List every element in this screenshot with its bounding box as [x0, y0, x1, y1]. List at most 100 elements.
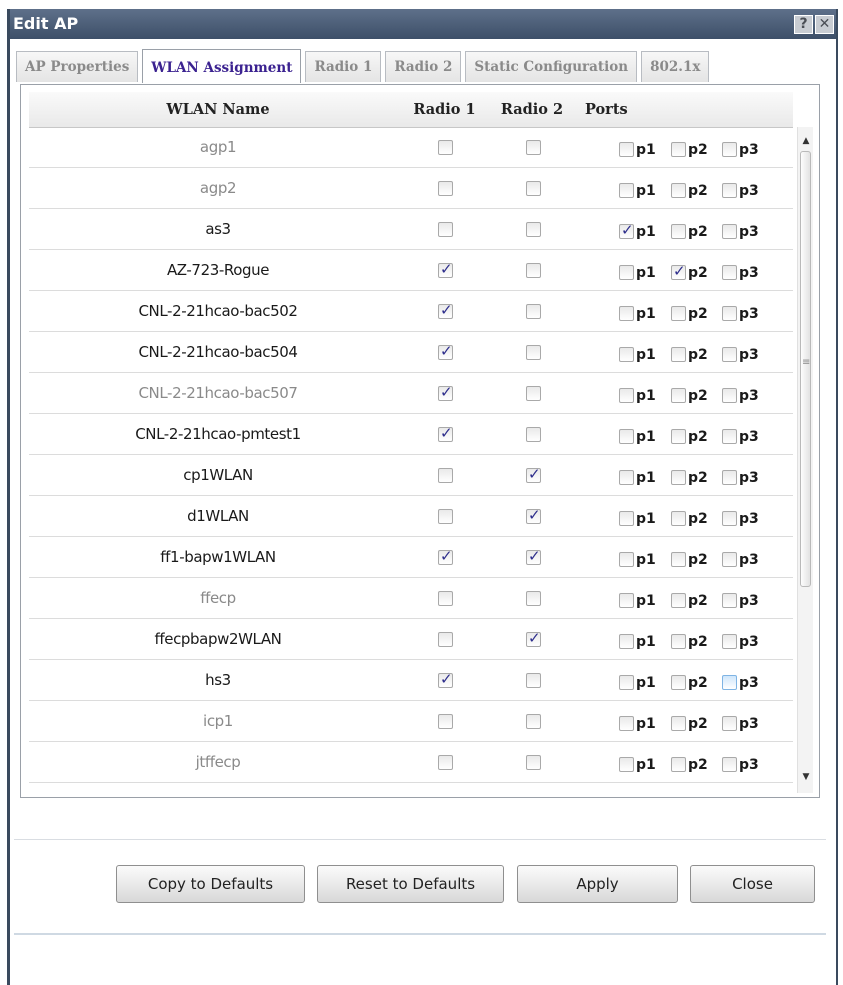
- port-3-checkbox[interactable]: [722, 142, 737, 157]
- port-3-checkbox[interactable]: [722, 429, 737, 444]
- port-2-checkbox[interactable]: [671, 470, 686, 485]
- radio-1-checkbox[interactable]: [438, 342, 453, 360]
- column-header-wlan-name[interactable]: WLAN Name: [29, 92, 407, 127]
- radio-2-checkbox[interactable]: [526, 427, 541, 442]
- radio-1-checkbox[interactable]: [438, 714, 453, 729]
- port-3-checkbox[interactable]: [722, 265, 737, 280]
- radio-1-checkbox[interactable]: [438, 383, 453, 401]
- scroll-up-arrow-icon[interactable]: ▲: [800, 133, 812, 149]
- column-header-radio-2[interactable]: Radio 2: [491, 92, 573, 127]
- radio-2-checkbox[interactable]: [526, 629, 541, 647]
- radio-1-checkbox[interactable]: [438, 140, 453, 155]
- port-2-checkbox[interactable]: [671, 262, 686, 280]
- radio-1-checkbox[interactable]: [438, 260, 453, 278]
- radio-1-checkbox[interactable]: [438, 632, 453, 647]
- radio-1-checkbox[interactable]: [438, 755, 453, 770]
- port-1-checkbox[interactable]: [619, 511, 634, 526]
- radio-2-checkbox[interactable]: [526, 673, 541, 688]
- port-2-checkbox[interactable]: [671, 142, 686, 157]
- port-1-checkbox[interactable]: [619, 347, 634, 362]
- port-1-checkbox[interactable]: [619, 593, 634, 608]
- radio-1-checkbox[interactable]: [438, 468, 453, 483]
- port-2-checkbox[interactable]: [671, 183, 686, 198]
- close-button[interactable]: Close: [690, 865, 815, 903]
- port-1-checkbox[interactable]: [619, 429, 634, 444]
- radio-2-checkbox[interactable]: [526, 263, 541, 278]
- port-3-checkbox[interactable]: [722, 634, 737, 649]
- radio-2-checkbox[interactable]: [526, 547, 541, 565]
- port-3-checkbox[interactable]: [722, 552, 737, 567]
- port-2-checkbox[interactable]: [671, 388, 686, 403]
- port-1-checkbox[interactable]: [619, 306, 634, 321]
- radio-1-checkbox[interactable]: [438, 301, 453, 319]
- port-2-checkbox[interactable]: [671, 593, 686, 608]
- port-3-checkbox[interactable]: [722, 224, 737, 239]
- port-1-checkbox[interactable]: [619, 142, 634, 157]
- radio-2-checkbox[interactable]: [526, 591, 541, 606]
- radio-1-checkbox[interactable]: [438, 424, 453, 442]
- port-3-checkbox[interactable]: [722, 306, 737, 321]
- radio-2-checkbox[interactable]: [526, 304, 541, 319]
- port-2-checkbox[interactable]: [671, 675, 686, 690]
- port-1-checkbox[interactable]: [619, 221, 634, 239]
- apply-button[interactable]: Apply: [517, 865, 678, 903]
- port-1-checkbox[interactable]: [619, 757, 634, 772]
- column-header-ports[interactable]: Ports: [585, 92, 665, 127]
- port-1-checkbox[interactable]: [619, 675, 634, 690]
- radio-2-checkbox[interactable]: [526, 386, 541, 401]
- radio-2-checkbox[interactable]: [526, 345, 541, 360]
- port-1-checkbox[interactable]: [619, 388, 634, 403]
- radio-2-checkbox[interactable]: [526, 714, 541, 729]
- radio-1-checkbox[interactable]: [438, 547, 453, 565]
- scrollbar-thumb[interactable]: ≡: [800, 151, 811, 587]
- port-3-checkbox[interactable]: [722, 593, 737, 608]
- radio-2-checkbox[interactable]: [526, 181, 541, 196]
- port-1-checkbox[interactable]: [619, 183, 634, 198]
- tab-radio-1[interactable]: Radio 1: [305, 51, 382, 82]
- port-2-checkbox[interactable]: [671, 757, 686, 772]
- port-3-checkbox[interactable]: [722, 716, 737, 731]
- port-1-checkbox[interactable]: [619, 470, 634, 485]
- radio-2-checkbox[interactable]: [526, 465, 541, 483]
- port-3-checkbox[interactable]: [722, 757, 737, 772]
- copy-to-defaults-button[interactable]: Copy to Defaults: [116, 865, 305, 903]
- radio-1-checkbox[interactable]: [438, 222, 453, 237]
- port-2-checkbox[interactable]: [671, 429, 686, 444]
- tab-ap-properties[interactable]: AP Properties: [16, 51, 139, 82]
- port-2-checkbox[interactable]: [671, 306, 686, 321]
- port-3-checkbox[interactable]: [722, 388, 737, 403]
- scroll-down-arrow-icon[interactable]: ▼: [800, 769, 812, 785]
- tab-wlan-assignment[interactable]: WLAN Assignment: [142, 49, 302, 83]
- port-3-checkbox[interactable]: [722, 675, 737, 690]
- port-2-checkbox[interactable]: [671, 552, 686, 567]
- port-2-checkbox[interactable]: [671, 716, 686, 731]
- port-3-checkbox[interactable]: [722, 183, 737, 198]
- radio-1-checkbox[interactable]: [438, 670, 453, 688]
- port-2-checkbox[interactable]: [671, 224, 686, 239]
- port-3-checkbox[interactable]: [722, 511, 737, 526]
- port-2-checkbox[interactable]: [671, 511, 686, 526]
- radio-2-checkbox[interactable]: [526, 506, 541, 524]
- port-3-checkbox[interactable]: [722, 470, 737, 485]
- radio-1-checkbox[interactable]: [438, 181, 453, 196]
- column-header-radio-1[interactable]: Radio 1: [413, 92, 476, 127]
- radio-1-checkbox[interactable]: [438, 591, 453, 606]
- tab-static-configuration[interactable]: Static Configuration: [465, 51, 638, 82]
- port-2-checkbox[interactable]: [671, 347, 686, 362]
- port-1-checkbox[interactable]: [619, 552, 634, 567]
- radio-2-checkbox[interactable]: [526, 755, 541, 770]
- tab-radio-2[interactable]: Radio 2: [385, 51, 462, 82]
- help-icon[interactable]: ?: [794, 15, 813, 34]
- port-1-checkbox[interactable]: [619, 634, 634, 649]
- port-2-checkbox[interactable]: [671, 634, 686, 649]
- close-icon[interactable]: ✕: [815, 15, 834, 34]
- radio-2-checkbox[interactable]: [526, 140, 541, 155]
- tab-802-1x[interactable]: 802.1x: [641, 51, 710, 82]
- title-bar[interactable]: Edit AP ? ✕: [10, 9, 836, 39]
- radio-1-checkbox[interactable]: [438, 509, 453, 524]
- port-3-checkbox[interactable]: [722, 347, 737, 362]
- vertical-scrollbar[interactable]: ▲ ≡ ▼: [797, 127, 813, 793]
- reset-to-defaults-button[interactable]: Reset to Defaults: [317, 865, 504, 903]
- port-1-checkbox[interactable]: [619, 265, 634, 280]
- port-1-checkbox[interactable]: [619, 716, 634, 731]
